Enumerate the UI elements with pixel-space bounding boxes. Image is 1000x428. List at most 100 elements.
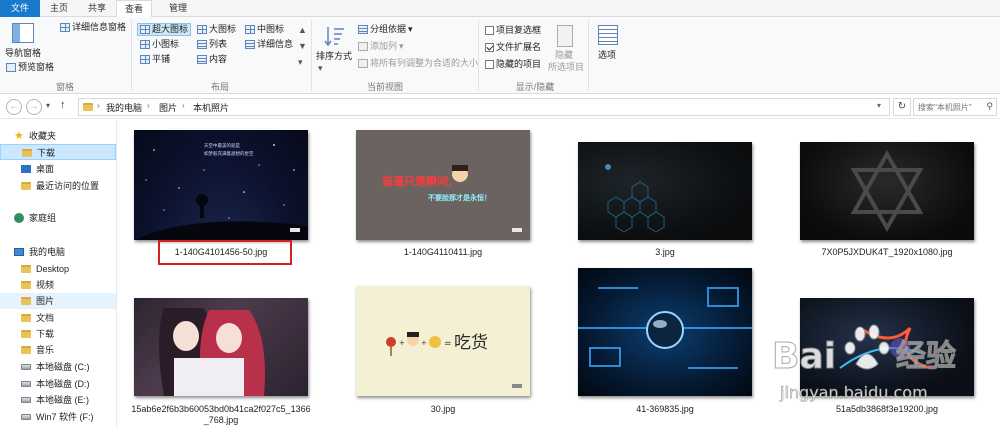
breadcrumb-chevron-icon[interactable]: › xyxy=(147,101,150,110)
back-button[interactable]: ← xyxy=(6,99,22,115)
nav-item-music[interactable]: 音乐 xyxy=(0,342,116,358)
nav-this-pc[interactable]: 我的电脑 xyxy=(0,244,116,260)
thumbnail-night-sky: 天空中最美的就是 如梦般充满着遐想的星空 xyxy=(134,130,308,240)
group-by-button[interactable]: 分组依据 ▾ xyxy=(358,24,413,35)
up-button[interactable]: ↑ xyxy=(60,99,66,111)
nav-item-drive-e[interactable]: 本地磁盘 (E:) xyxy=(0,392,116,408)
drive-icon xyxy=(21,364,31,370)
sort-by-icon xyxy=(324,24,346,48)
nav-favorites[interactable]: ★ 收藏夹 xyxy=(0,128,116,144)
file-name[interactable]: 51a5db3868f3e19200.jpg xyxy=(777,404,997,415)
options-button[interactable]: 选项 xyxy=(598,50,616,61)
file-name-line-1: 15ab6e2f6b3b60053bd0b41ca2f027c5_1366 xyxy=(131,404,311,414)
search-input[interactable] xyxy=(918,100,988,114)
add-columns-icon xyxy=(358,42,368,51)
file-name[interactable]: 7X0P5JXDUK4T_1920x1080.jpg xyxy=(777,247,997,258)
nav-item-desktop[interactable]: 桌面 xyxy=(0,161,116,177)
file-extensions-checkbox[interactable] xyxy=(485,43,494,52)
breadcrumb-my-computer[interactable]: 我的电脑 xyxy=(106,101,142,114)
equals-icon: = xyxy=(444,339,452,349)
layout-scroll-down[interactable]: ▼ xyxy=(298,41,307,52)
nav-item-drive-f[interactable]: Win7 软件 (F:) xyxy=(0,409,116,425)
hidden-items-checkbox[interactable] xyxy=(485,60,494,69)
nav-homegroup[interactable]: 家庭组 xyxy=(0,210,116,226)
nav-item-downloads[interactable]: 下载 xyxy=(0,144,116,160)
thumbnail-foodie: + + = 吃货 xyxy=(356,286,530,396)
tab-home[interactable]: 主页 xyxy=(40,0,78,17)
content-icon xyxy=(197,55,207,64)
options-icon xyxy=(598,25,618,45)
search-box[interactable]: ⚲ xyxy=(913,98,997,116)
layout-extra-large-icons[interactable]: 超大图标 xyxy=(137,23,192,36)
nav-item-recent-places[interactable]: 最近访问的位置 xyxy=(0,178,116,194)
thumbnail-star xyxy=(800,142,974,240)
nav-item-pictures[interactable]: 图片 xyxy=(0,293,116,309)
nav-item-downloads-pc[interactable]: 下载 xyxy=(0,326,116,342)
pictures-folder-icon xyxy=(21,297,31,305)
add-columns-button[interactable]: 添加列 ▾ xyxy=(358,41,404,52)
hidden-items-toggle[interactable]: 隐藏的项目 xyxy=(485,59,541,70)
hide-selected-button[interactable]: 隐藏 xyxy=(555,50,573,61)
tab-file[interactable]: 文件 xyxy=(0,0,40,17)
item-checkboxes-toggle[interactable]: 项目复选框 xyxy=(485,25,541,36)
nav-item-videos[interactable]: 视频 xyxy=(0,277,116,293)
file-name[interactable]: 15ab6e2f6b3b60053bd0b41ca2f027c5_1366 _7… xyxy=(118,404,331,426)
breadcrumb-chevron-icon[interactable]: › xyxy=(182,101,185,110)
layout-list[interactable]: 列表 xyxy=(197,39,227,50)
highlight-box xyxy=(158,240,292,265)
file-extensions-toggle[interactable]: 文件扩展名 xyxy=(485,42,541,53)
ribbon-separator xyxy=(131,20,132,91)
thumbnail-slogan: 装逼只是瞬间， 不要脸那才是永恒！ xyxy=(356,130,530,240)
file-name[interactable]: 41-369835.jpg xyxy=(555,404,775,415)
file-name[interactable]: 1-140G4110411.jpg xyxy=(333,247,553,258)
thumbnail-tech-sphere xyxy=(578,268,752,396)
large-icons-icon xyxy=(197,25,207,34)
file-explorer-window: 文件 主页 共享 查看 管理 导航窗格 预览窗格 详细信息窗格 窗格 超大图标 … xyxy=(0,0,1000,428)
details-pane-icon xyxy=(60,23,70,32)
tab-manage[interactable]: 管理 xyxy=(160,0,196,17)
navigation-pane-button[interactable]: 导航窗格 xyxy=(5,48,41,59)
address-bar[interactable]: › 我的电脑 › 图片 › 本机照片 ▾ xyxy=(78,98,890,116)
file-name[interactable]: 3.jpg xyxy=(555,247,775,258)
drive-icon xyxy=(21,397,31,403)
navigation-pane: ★ 收藏夹 下载 桌面 最近访问的位置 家庭组 我的电脑 Desktop 视频 … xyxy=(0,120,117,428)
nav-item-documents[interactable]: 文档 xyxy=(0,310,116,326)
sort-by-button[interactable]: 排序方式 xyxy=(316,51,352,62)
sort-by-dropdown-icon: ▾ xyxy=(318,63,323,73)
tab-share[interactable]: 共享 xyxy=(78,0,116,17)
nav-item-desktop-folder[interactable]: Desktop xyxy=(0,261,116,277)
thumb-foodie-text: 吃货 xyxy=(454,333,488,353)
preview-pane-button[interactable]: 预览窗格 xyxy=(6,62,54,73)
size-all-columns-button[interactable]: 将所有列调整为合适的大小 xyxy=(358,58,478,69)
drive-icon xyxy=(21,414,31,420)
layout-details[interactable]: 详细信息 xyxy=(245,39,293,50)
nav-item-drive-c[interactable]: 本地磁盘 (C:) xyxy=(0,359,116,375)
recent-locations-dropdown-icon[interactable]: ▾ xyxy=(46,101,50,110)
details-pane-button[interactable]: 详细信息窗格 xyxy=(60,22,126,33)
search-icon: ⚲ xyxy=(986,101,993,111)
tab-view[interactable]: 查看 xyxy=(116,0,152,18)
layout-large-icons[interactable]: 大图标 xyxy=(197,24,236,35)
layout-medium-icons[interactable]: 中图标 xyxy=(245,24,284,35)
breadcrumb-local-photos[interactable]: 本机照片 xyxy=(193,101,229,114)
nav-item-drive-d[interactable]: 本地磁盘 (D:) xyxy=(0,376,116,392)
forward-button[interactable]: → xyxy=(26,99,42,115)
abstract-image xyxy=(839,326,931,370)
plus-icon: + xyxy=(421,339,427,347)
group-label-pane: 窗格 xyxy=(55,82,74,92)
layout-tiles[interactable]: 平铺 xyxy=(140,54,170,65)
refresh-button[interactable]: ↻ xyxy=(893,98,911,116)
breadcrumb-chevron-icon[interactable]: › xyxy=(97,101,100,110)
address-history-dropdown-icon[interactable]: ▾ xyxy=(877,101,881,110)
item-checkboxes-checkbox[interactable] xyxy=(485,26,494,35)
layout-expand[interactable]: ▾ xyxy=(298,57,303,68)
layout-content[interactable]: 内容 xyxy=(197,54,227,65)
breadcrumb-pictures[interactable]: 图片 xyxy=(159,101,177,114)
thumb-slogan-line-1: 装逼只是瞬间， xyxy=(381,174,459,188)
layout-scroll-up[interactable]: ▲ xyxy=(298,25,307,36)
file-name[interactable]: 30.jpg xyxy=(333,404,553,415)
thumbnail-abstract xyxy=(800,298,974,396)
layout-small-icons[interactable]: 小图标 xyxy=(140,39,179,50)
thumb-caption-line-1: 天空中最美的就是 xyxy=(204,142,240,149)
slogan-image: 装逼只是瞬间， 不要脸那才是永恒！ xyxy=(381,165,522,232)
